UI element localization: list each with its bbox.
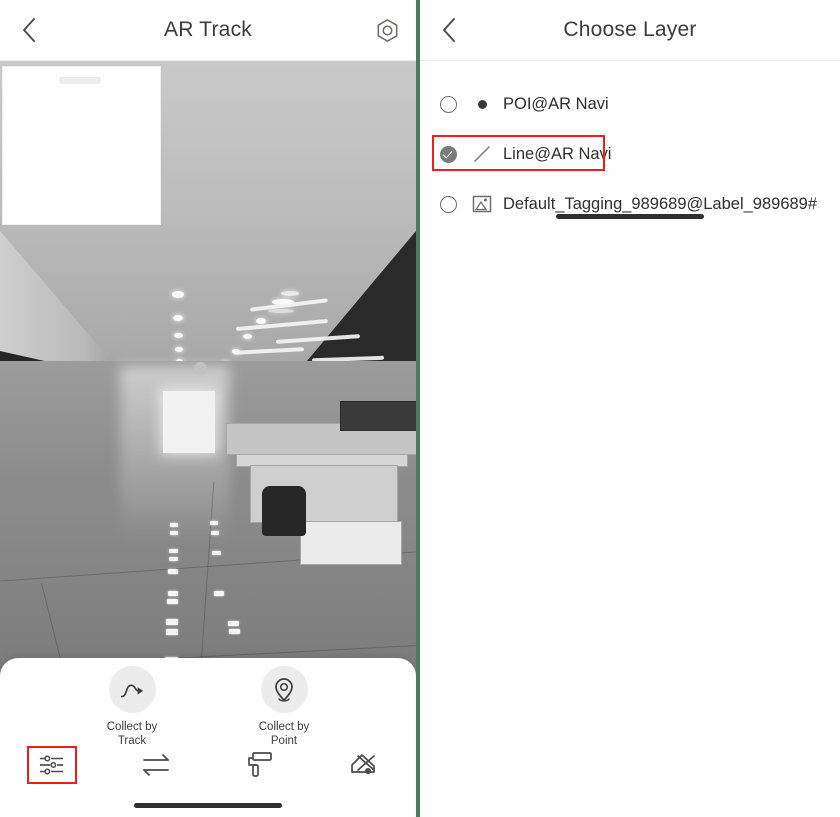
ar-track-dash xyxy=(166,619,178,625)
layer-settings-tool-button[interactable] xyxy=(0,742,104,788)
back-button[interactable] xyxy=(0,0,58,60)
ar-track-dash xyxy=(169,549,178,553)
ar-track-dash xyxy=(170,523,178,527)
home-indicator xyxy=(556,214,704,219)
layer-item-default-tagging[interactable]: Default_Tagging_989689@Label_989689# xyxy=(420,179,840,229)
choose-layer-navbar: Choose Layer xyxy=(420,0,840,61)
measure-tool-button[interactable] xyxy=(312,742,416,788)
ar-track-dash xyxy=(168,591,178,596)
screenshot-root: AR Track Collect by Track Collect by Poi… xyxy=(0,0,840,817)
desk-monitor xyxy=(340,401,416,431)
ceiling-light xyxy=(173,315,183,321)
ar-track-dash xyxy=(229,629,240,634)
map-pin-icon xyxy=(275,677,293,702)
ar-track-panel: AR Track Collect by Track Collect by Poi… xyxy=(0,0,420,817)
page-title: Choose Layer xyxy=(563,18,697,41)
line-layer-icon xyxy=(474,146,490,162)
ceiling-light xyxy=(172,291,184,298)
layer-radio-checked[interactable] xyxy=(440,145,457,163)
point-layer-icon xyxy=(477,99,487,109)
layer-item-label: Default_Tagging_989689@Label_989689# xyxy=(503,194,818,213)
collect-actions-row: Collect by Track Collect by Point xyxy=(0,666,416,748)
office-chair xyxy=(262,486,306,536)
layer-settings-highlight xyxy=(27,746,77,784)
desk-drawer xyxy=(300,521,402,565)
layer-item-poi[interactable]: POI@AR Navi xyxy=(420,79,840,129)
layer-radio-unchecked[interactable] xyxy=(440,95,457,113)
swap-arrows-icon xyxy=(143,754,169,776)
home-indicator xyxy=(134,803,282,808)
collect-by-track-button[interactable]: Collect by Track xyxy=(84,666,180,748)
ar-camera-view[interactable]: Collect by Track Collect by Point xyxy=(0,61,416,817)
ceiling-light xyxy=(175,347,183,352)
collect-by-point-icon-bg xyxy=(260,666,308,713)
chevron-left-icon xyxy=(23,18,35,42)
chevron-left-icon xyxy=(443,18,455,42)
polygon-layer-icon-wrap xyxy=(469,194,495,214)
hex-nut-icon xyxy=(377,18,397,42)
layer-item-line[interactable]: Line@AR Navi xyxy=(420,129,840,179)
layer-list: POI@AR Navi Line@AR Navi Default_Tagging… xyxy=(420,61,840,229)
paint-tool-button[interactable] xyxy=(208,742,312,788)
swap-tool-button[interactable] xyxy=(104,742,208,788)
layer-item-label: POI@AR Navi xyxy=(503,94,609,113)
ar-track-dash xyxy=(169,557,178,561)
far-doorway xyxy=(163,391,215,453)
ar-track-dash xyxy=(170,531,178,535)
layer-radio-unchecked[interactable] xyxy=(440,195,457,213)
choose-layer-panel: Choose Layer POI@AR Navi Line@AR Navi De… xyxy=(420,0,840,817)
line-layer-icon-wrap xyxy=(469,144,495,164)
polygon-layer-icon xyxy=(472,195,492,213)
measure-tool-icon xyxy=(351,754,375,774)
ar-track-dash xyxy=(167,599,178,604)
collect-by-point-button[interactable]: Collect by Point xyxy=(236,666,332,748)
collect-by-track-icon-bg xyxy=(108,666,156,713)
ar-track-dash xyxy=(212,551,221,555)
track-path-icon xyxy=(120,683,144,697)
ar-point-marker[interactable] xyxy=(194,362,207,375)
settings-button[interactable] xyxy=(358,0,416,60)
ar-track-navbar: AR Track xyxy=(0,0,416,61)
ar-track-dash xyxy=(211,531,219,535)
map-preview-placeholder-bar xyxy=(59,77,101,84)
layer-item-label: Line@AR Navi xyxy=(503,144,612,163)
ar-track-dash xyxy=(166,629,178,635)
ar-track-dash xyxy=(168,569,178,574)
ar-track-dash xyxy=(228,621,239,626)
ar-track-dash xyxy=(210,521,218,525)
paint-roller-icon xyxy=(248,752,272,777)
ar-track-dash xyxy=(214,591,224,596)
point-layer-icon-wrap xyxy=(469,99,495,109)
page-title: AR Track xyxy=(164,18,252,41)
map-preview-panel[interactable] xyxy=(2,66,161,225)
tool-row xyxy=(0,742,416,788)
ceiling-light xyxy=(174,333,183,338)
back-button[interactable] xyxy=(420,0,478,60)
sliders-icon xyxy=(39,755,64,775)
bottom-sheet: Collect by Track Collect by Point xyxy=(0,658,416,817)
